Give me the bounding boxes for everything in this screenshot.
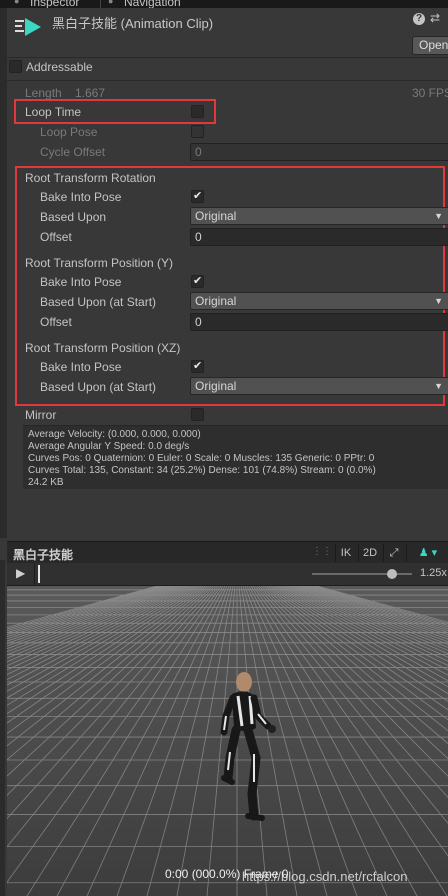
pos-y-based-value: Original xyxy=(195,294,237,308)
rotation-based-label: Based Upon xyxy=(40,210,107,224)
navigation-tab-icon: ● xyxy=(108,0,114,6)
rotation-offset-field[interactable]: 0 xyxy=(190,228,448,246)
rotation-bake-checkbox[interactable] xyxy=(191,189,204,203)
loop-pose-checkbox[interactable] xyxy=(191,125,204,138)
chevron-down-icon: ▼ xyxy=(434,211,443,221)
mirror-label: Mirror xyxy=(25,408,57,422)
pos-y-based-label: Based Upon (at Start) xyxy=(40,295,157,309)
drag-handle-icon[interactable]: ⋮⋮ xyxy=(312,546,332,557)
window-tab-bar: ● Inspector ● Navigation xyxy=(0,0,448,8)
pos-xz-based-dropdown[interactable]: Original ▼ xyxy=(190,377,448,395)
header-divider xyxy=(7,57,448,58)
tab-navigation[interactable]: Navigation xyxy=(124,0,181,8)
root-pos-y-header: Root Transform Position (Y) xyxy=(25,256,174,270)
preview-title: 黑白子技能 xyxy=(13,548,74,562)
chevron-down-icon: ▼ xyxy=(434,296,443,306)
root-pos-xz-header: Root Transform Position (XZ) xyxy=(25,341,181,355)
fps-value: 30 FPS xyxy=(412,86,448,100)
pos-y-offset-field[interactable]: 0 xyxy=(190,313,448,331)
pos-y-offset-label: Offset xyxy=(40,315,72,329)
root-rotation-header: Root Transform Rotation xyxy=(25,171,156,185)
rotation-based-value: Original xyxy=(195,209,237,223)
section-divider xyxy=(7,80,448,81)
sliders-icon[interactable]: ⇄ xyxy=(430,11,440,25)
watermark-text: https://blog.csdn.net/rcfalcon xyxy=(242,869,408,884)
open-button[interactable]: Open xyxy=(412,36,448,55)
rotation-bake-label: Bake Into Pose xyxy=(40,190,122,204)
pos-xz-based-value: Original xyxy=(195,379,237,393)
pos-y-bake-label: Bake Into Pose xyxy=(40,275,122,289)
inspector-title: 黑白子技能 (Animation Clip) xyxy=(52,16,214,31)
inspector-tab-icon: ● xyxy=(14,0,20,6)
length-value: 1.667 xyxy=(75,86,106,100)
tab-inspector[interactable]: Inspector xyxy=(30,0,79,8)
mirror-checkbox[interactable] xyxy=(191,408,204,421)
chevron-down-icon: ▼ xyxy=(434,381,443,391)
stats-line-curves-pos: Curves Pos: 0 Quaternion: 0 Euler: 0 Sca… xyxy=(28,453,375,464)
stats-line-angular: Average Angular Y Speed: 0.0 deg/s xyxy=(28,441,190,452)
timeline-playhead[interactable] xyxy=(38,565,40,583)
length-label: Length xyxy=(25,86,62,100)
pos-xz-bake-checkbox[interactable] xyxy=(191,359,204,373)
pivot-icon[interactable]: ⤢ xyxy=(383,544,404,562)
animation-clip-icon xyxy=(15,18,41,36)
speed-slider-thumb[interactable] xyxy=(387,569,397,579)
addressable-label: Addressable xyxy=(26,60,93,74)
preview-playback-bar: ▶ 1.25x xyxy=(7,563,448,586)
2d-toggle-button[interactable]: 2D xyxy=(358,544,381,562)
stats-line-size: 24.2 KB xyxy=(28,477,64,488)
rotation-based-dropdown[interactable]: Original ▼ xyxy=(190,207,448,225)
loop-pose-label: Loop Pose xyxy=(40,125,98,139)
help-icon[interactable]: ? xyxy=(413,13,425,25)
addressable-checkbox[interactable] xyxy=(9,60,22,73)
left-panel-edge-lower xyxy=(0,560,5,896)
avatar-select-icon[interactable]: ♟ ▾ xyxy=(406,544,448,562)
ik-toggle-button[interactable]: IK xyxy=(335,544,356,562)
stats-line-curves-total: Curves Total: 135, Constant: 34 (25.2%) … xyxy=(28,465,376,476)
pos-y-based-dropdown[interactable]: Original ▼ xyxy=(190,292,448,310)
left-panel-edge xyxy=(0,8,7,538)
character-model xyxy=(220,672,276,821)
toolbar-divider xyxy=(34,563,35,585)
cycle-offset-field[interactable]: 0 xyxy=(190,143,448,161)
pos-xz-based-label: Based Upon (at Start) xyxy=(40,380,157,394)
play-icon[interactable]: ▶ xyxy=(16,566,25,580)
pos-xz-bake-label: Bake Into Pose xyxy=(40,360,122,374)
rotation-offset-label: Offset xyxy=(40,230,72,244)
tab-divider xyxy=(100,0,101,8)
speed-slider-track[interactable] xyxy=(312,573,412,575)
loop-time-checkbox[interactable] xyxy=(191,105,204,118)
cycle-offset-label: Cycle Offset xyxy=(40,145,106,159)
pos-y-bake-checkbox[interactable] xyxy=(191,274,204,288)
animation-preview-viewport[interactable]: 0:00 (000.0%) Frame 0 https://blog.csdn.… xyxy=(7,586,448,896)
stats-line-velocity: Average Velocity: (0.000, 0.000, 0.000) xyxy=(28,429,201,440)
preview-header: 黑白子技能 ⋮⋮ IK 2D ⤢ ♟ ▾ xyxy=(7,541,448,564)
clip-stats-panel: Average Velocity: (0.000, 0.000, 0.000) … xyxy=(23,425,448,489)
loop-time-label: Loop Time xyxy=(25,105,82,119)
speed-value: 1.25x xyxy=(420,567,447,579)
